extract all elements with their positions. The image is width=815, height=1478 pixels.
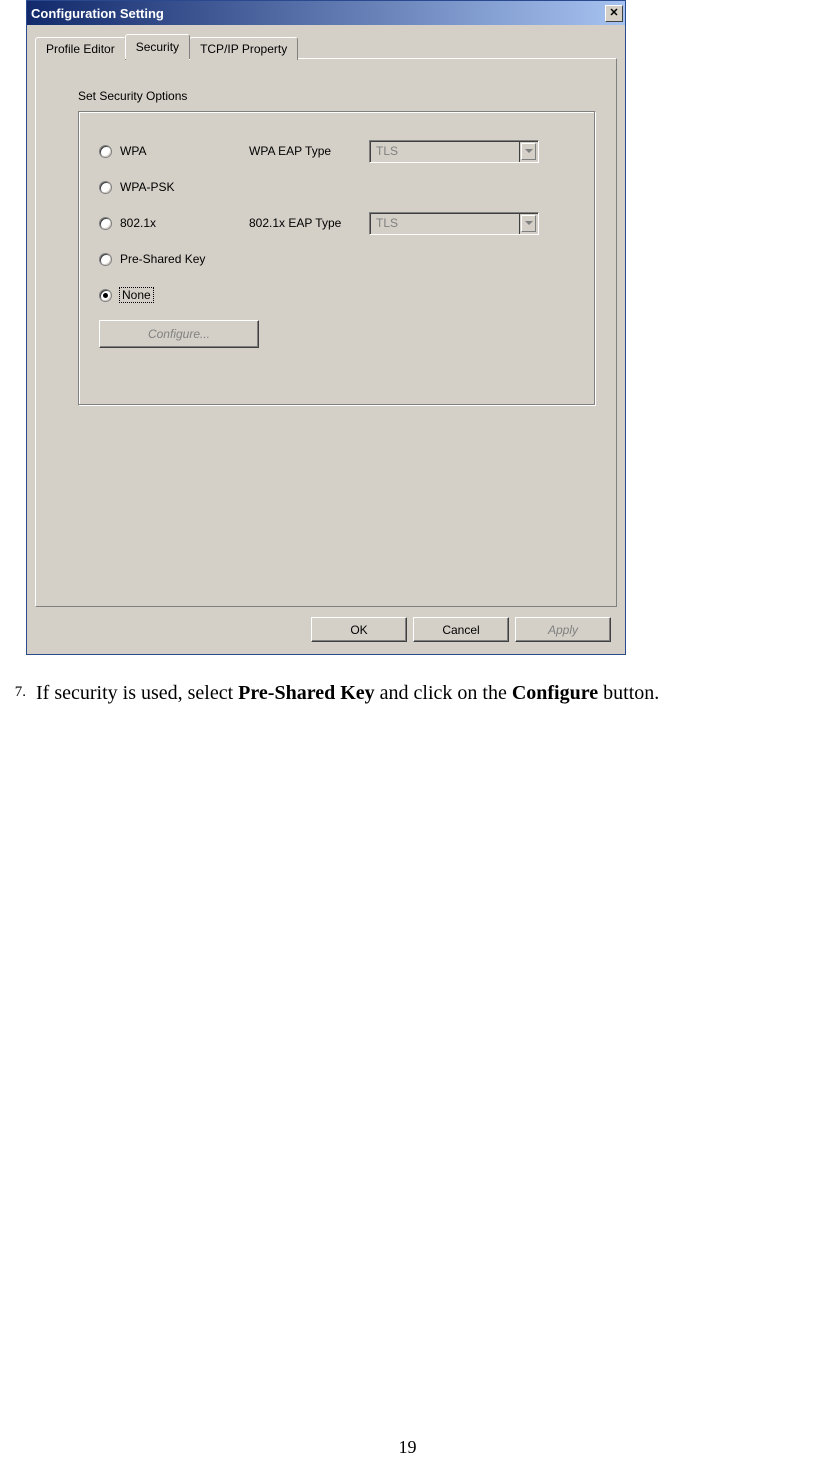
- close-icon: ✕: [609, 8, 618, 19]
- radio-8021x-label: 802.1x: [120, 216, 156, 230]
- radio-wpa-wrap[interactable]: WPA: [99, 144, 249, 158]
- step-text-2: and click on the: [375, 682, 512, 704]
- radio-psk-label: Pre-Shared Key: [120, 252, 205, 266]
- radio-none-wrap[interactable]: None: [99, 288, 249, 302]
- radio-wpa-psk-wrap[interactable]: WPA-PSK: [99, 180, 249, 194]
- security-options-group: WPA WPA EAP Type TLS WP: [78, 111, 596, 406]
- step-bold-psk: Pre-Shared Key: [238, 682, 374, 704]
- chevron-down-icon: [525, 149, 533, 153]
- 8021x-eap-combo: TLS: [369, 212, 539, 235]
- radio-wpa-psk[interactable]: [99, 181, 112, 194]
- configure-button: Configure...: [99, 320, 259, 348]
- step-number: 7.: [0, 680, 26, 703]
- dialog-button-row: OK Cancel Apply: [35, 607, 617, 646]
- wpa-eap-combo: TLS: [369, 140, 539, 163]
- client-area: Profile Editor Security TCP/IP Property …: [27, 25, 625, 654]
- wpa-eap-label: WPA EAP Type: [249, 144, 369, 158]
- titlebar: Configuration Setting ✕: [27, 1, 625, 25]
- page-number: 19: [0, 1437, 815, 1458]
- ok-button[interactable]: OK: [311, 617, 407, 642]
- 8021x-eap-value: TLS: [369, 212, 519, 235]
- radio-wpa[interactable]: [99, 145, 112, 158]
- step-text-1: If security is used, select: [36, 682, 238, 704]
- row-wpa: WPA WPA EAP Type TLS: [99, 140, 575, 162]
- radio-psk-wrap[interactable]: Pre-Shared Key: [99, 252, 249, 266]
- radio-wpa-psk-label: WPA-PSK: [120, 180, 174, 194]
- radio-none[interactable]: [99, 289, 112, 302]
- security-panel: Set Security Options WPA WPA EAP Type TL…: [35, 58, 617, 607]
- 8021x-eap-label: 802.1x EAP Type: [249, 216, 369, 230]
- radio-8021x[interactable]: [99, 217, 112, 230]
- tab-security[interactable]: Security: [125, 34, 190, 59]
- 8021x-eap-dropdown-button: [519, 212, 539, 235]
- close-button[interactable]: ✕: [605, 5, 623, 22]
- radio-none-label: None: [120, 288, 153, 302]
- tab-tcpip-property[interactable]: TCP/IP Property: [189, 37, 298, 60]
- radio-wpa-label: WPA: [120, 144, 146, 158]
- cancel-button[interactable]: Cancel: [413, 617, 509, 642]
- tab-strip: Profile Editor Security TCP/IP Property: [35, 33, 617, 58]
- row-psk: Pre-Shared Key: [99, 248, 575, 270]
- radio-psk[interactable]: [99, 253, 112, 266]
- row-wpa-psk: WPA-PSK: [99, 176, 575, 198]
- apply-button: Apply: [515, 617, 611, 642]
- wpa-eap-value: TLS: [369, 140, 519, 163]
- step-text-3: button.: [598, 682, 659, 704]
- wpa-eap-dropdown-button: [519, 140, 539, 163]
- step-bold-configure: Configure: [512, 682, 598, 704]
- dialog-title: Configuration Setting: [31, 6, 164, 21]
- groupbox-label: Set Security Options: [78, 89, 596, 103]
- tab-profile-editor[interactable]: Profile Editor: [35, 37, 126, 60]
- radio-8021x-wrap[interactable]: 802.1x: [99, 216, 249, 230]
- row-none: None: [99, 284, 575, 306]
- instruction-step-7: 7. If security is used, select Pre-Shared…: [0, 680, 815, 706]
- row-8021x: 802.1x 802.1x EAP Type TLS: [99, 212, 575, 234]
- chevron-down-icon: [525, 221, 533, 225]
- config-dialog: Configuration Setting ✕ Profile Editor S…: [26, 0, 626, 655]
